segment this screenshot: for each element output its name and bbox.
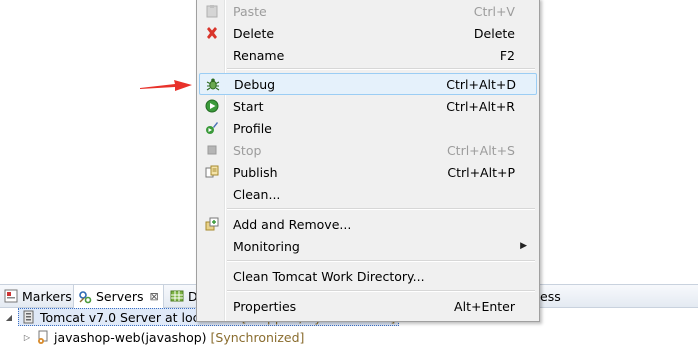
tab-markers-label: Markers bbox=[22, 288, 72, 304]
menu-item-debug[interactable]: Debug Ctrl+Alt+D bbox=[199, 73, 537, 95]
tab-progress[interactable]: ess bbox=[536, 285, 565, 307]
menu-separator bbox=[227, 208, 535, 210]
menu-item-label: Start bbox=[233, 98, 264, 114]
annotation-arrow-icon bbox=[140, 80, 192, 91]
menu-item-shortcut: Delete bbox=[473, 25, 515, 41]
menu-item-label: Debug bbox=[234, 76, 276, 92]
menu-item-paste[interactable]: Paste Ctrl+V bbox=[199, 0, 535, 22]
menu-item-profile[interactable]: Profile bbox=[199, 117, 535, 139]
menu-item-label: Clean Tomcat Work Directory... bbox=[233, 268, 425, 284]
menu-item-label: Paste bbox=[233, 3, 267, 19]
submenu-arrow-icon: ▶ bbox=[520, 241, 527, 251]
menu-item-shortcut: Ctrl+Alt+P bbox=[447, 164, 515, 180]
menu-item-properties[interactable]: Properties Alt+Enter bbox=[199, 295, 535, 317]
module-state: [Synchronized] bbox=[210, 329, 305, 345]
paste-icon bbox=[199, 4, 225, 18]
servers-icon bbox=[78, 290, 92, 304]
publish-icon bbox=[199, 165, 225, 179]
tab-servers-label: Servers bbox=[96, 289, 144, 304]
close-icon[interactable]: ⊠ bbox=[150, 290, 159, 303]
menu-item-label: Clean... bbox=[233, 186, 281, 202]
menu-item-label: Stop bbox=[233, 142, 262, 158]
menu-item-label: Add and Remove... bbox=[233, 216, 352, 232]
menu-item-clean-tomcat-work-directory[interactable]: Clean Tomcat Work Directory... bbox=[199, 265, 535, 287]
menu-item-label: Publish bbox=[233, 164, 278, 180]
menu-item-shortcut: Ctrl+Alt+S bbox=[446, 142, 515, 158]
menu-item-shortcut: F2 bbox=[499, 47, 515, 63]
menu-item-label: Properties bbox=[233, 298, 297, 314]
expand-arrow-icon[interactable]: ◢ bbox=[4, 313, 14, 322]
menu-item-shortcut: Ctrl+Alt+D bbox=[446, 76, 516, 92]
tab-servers[interactable]: Servers ⊠ bbox=[73, 285, 164, 308]
menu-item-label: Profile bbox=[233, 120, 272, 136]
menu-item-shortcut: Ctrl+Alt+R bbox=[446, 98, 515, 114]
tree-row-module[interactable]: ▷ javashop-web(javashop) [Synchronized] bbox=[22, 328, 305, 346]
menu-item-rename[interactable]: Rename F2 bbox=[199, 44, 535, 66]
collapse-arrow-icon[interactable]: ▷ bbox=[22, 333, 32, 342]
start-icon bbox=[199, 99, 225, 113]
module-name: javashop-web(javashop) bbox=[54, 329, 207, 345]
menu-item-label: Delete bbox=[233, 25, 275, 41]
menu-item-clean[interactable]: Clean... bbox=[199, 183, 535, 205]
profile-icon bbox=[199, 121, 225, 135]
server-icon bbox=[22, 310, 36, 324]
debug-icon bbox=[200, 77, 226, 91]
context-menu: Paste Ctrl+V Delete Delete Rename F2 Deb… bbox=[196, 0, 540, 322]
menu-item-publish[interactable]: Publish Ctrl+Alt+P bbox=[199, 161, 535, 183]
menu-item-shortcut: Ctrl+V bbox=[473, 3, 515, 19]
menu-separator bbox=[227, 68, 535, 70]
add-remove-icon bbox=[199, 217, 225, 231]
menu-item-label: Rename bbox=[233, 47, 285, 63]
menu-separator bbox=[227, 260, 535, 262]
menu-item-monitoring[interactable]: Monitoring ▶ bbox=[199, 235, 535, 257]
menu-item-label: Monitoring bbox=[233, 238, 300, 254]
menu-item-shortcut: Alt+Enter bbox=[454, 298, 515, 314]
menu-item-start[interactable]: Start Ctrl+Alt+R bbox=[199, 95, 535, 117]
delete-icon bbox=[199, 26, 225, 40]
stop-icon bbox=[199, 143, 225, 157]
menu-item-delete[interactable]: Delete Delete bbox=[199, 22, 535, 44]
markers-icon bbox=[4, 289, 18, 303]
web-module-icon bbox=[36, 330, 50, 344]
tab-progress-label: ess bbox=[540, 288, 561, 304]
tab-markers[interactable]: Markers bbox=[0, 285, 76, 307]
menu-separator bbox=[227, 290, 535, 292]
menu-item-stop[interactable]: Stop Ctrl+Alt+S bbox=[199, 139, 535, 161]
menu-item-add-remove[interactable]: Add and Remove... bbox=[199, 213, 535, 235]
data-source-icon bbox=[170, 289, 184, 303]
